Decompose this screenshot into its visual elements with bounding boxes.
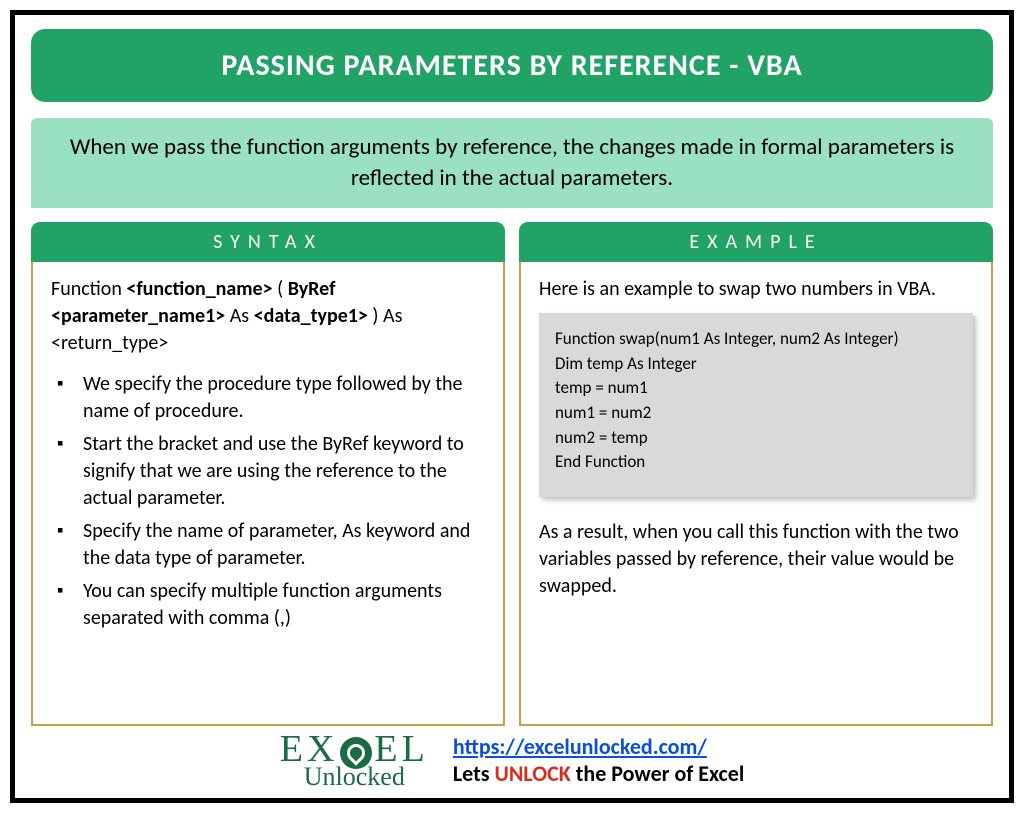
site-link[interactable]: https://excelunlocked.com/ bbox=[453, 733, 707, 760]
list-item: We specify the procedure type followed b… bbox=[57, 371, 485, 425]
list-item: Start the bracket and use the ByRef keyw… bbox=[57, 431, 485, 512]
kw-as: As bbox=[225, 304, 253, 328]
tagline-pre: Lets bbox=[453, 760, 495, 787]
code-line: Dim temp As Integer bbox=[555, 352, 957, 377]
example-heading: EXAMPLE bbox=[519, 222, 993, 262]
columns: SYNTAX Function <function_name> ( ByRef … bbox=[31, 222, 993, 726]
kw-function: Function bbox=[51, 277, 122, 301]
placeholder-fn: <function_name> bbox=[126, 277, 272, 301]
syntax-heading: SYNTAX bbox=[31, 222, 505, 262]
code-line: num1 = num2 bbox=[555, 401, 957, 426]
example-body: Here is an example to swap two numbers i… bbox=[519, 262, 993, 726]
logo-text-top: EX EL bbox=[280, 730, 429, 768]
placeholder-return: <return_type> bbox=[51, 331, 168, 355]
page-title: PASSING PARAMETERS BY REFERENCE - VBA bbox=[31, 29, 993, 102]
card: PASSING PARAMETERS BY REFERENCE - VBA Wh… bbox=[10, 10, 1014, 803]
code-line: End Function bbox=[555, 450, 957, 475]
code-line: temp = num1 bbox=[555, 376, 957, 401]
code-line: num2 = temp bbox=[555, 426, 957, 451]
example-panel: EXAMPLE Here is an example to swap two n… bbox=[519, 222, 993, 726]
example-intro: Here is an example to swap two numbers i… bbox=[539, 276, 973, 303]
list-item: Specify the name of parameter, As keywor… bbox=[57, 518, 485, 572]
code-line: Function swap(num1 As Integer, num2 As I… bbox=[555, 327, 957, 352]
paren-close: ) As bbox=[368, 304, 403, 328]
placeholder-param: <parameter_name1> bbox=[51, 304, 225, 328]
list-item: You can specify multiple function argume… bbox=[57, 578, 485, 632]
description: When we pass the function arguments by r… bbox=[31, 118, 993, 208]
tagline-unlock: UNLOCK bbox=[494, 760, 570, 787]
footer-text: https://excelunlocked.com/ Lets UNLOCK t… bbox=[453, 733, 744, 787]
brand-logo: EX EL Unlocked bbox=[280, 730, 429, 790]
code-block: Function swap(num1 As Integer, num2 As I… bbox=[539, 313, 973, 497]
syntax-panel: SYNTAX Function <function_name> ( ByRef … bbox=[31, 222, 505, 726]
syntax-signature: Function <function_name> ( ByRef <parame… bbox=[51, 276, 485, 357]
paren-open: ( bbox=[273, 277, 288, 301]
tagline: Lets UNLOCK the Power of Excel bbox=[453, 760, 744, 787]
syntax-bullets: We specify the procedure type followed b… bbox=[51, 371, 485, 632]
syntax-body: Function <function_name> ( ByRef <parame… bbox=[31, 262, 505, 726]
example-result: As a result, when you call this function… bbox=[539, 519, 973, 600]
placeholder-dtype: <data_type1> bbox=[254, 304, 368, 328]
kw-byref: ByRef bbox=[288, 277, 336, 301]
tagline-post: the Power of Excel bbox=[571, 760, 744, 787]
footer: EX EL Unlocked https://excelunlocked.com… bbox=[31, 730, 993, 790]
